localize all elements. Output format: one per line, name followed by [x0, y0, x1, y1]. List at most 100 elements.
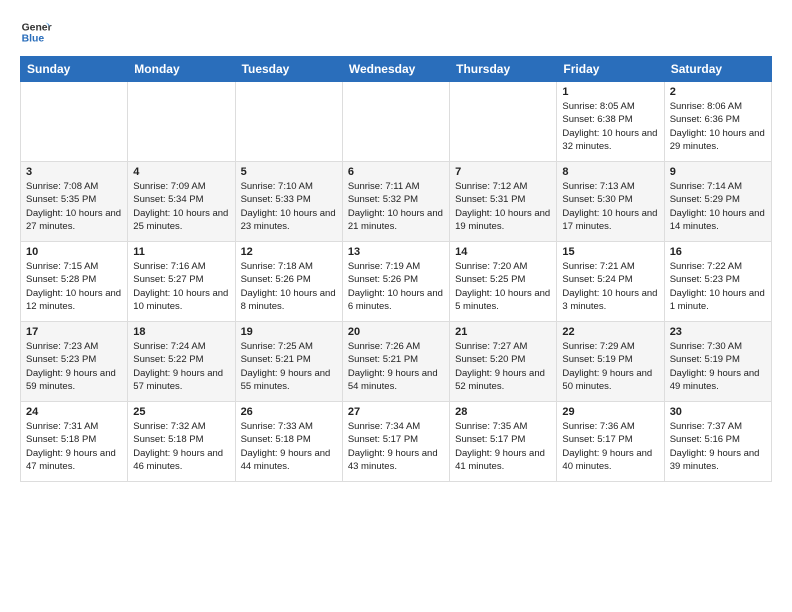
- day-number: 9: [670, 166, 766, 178]
- day-info: Sunrise: 7:18 AM Sunset: 5:26 PM Dayligh…: [241, 260, 337, 313]
- calendar-cell: 22 Sunrise: 7:29 AM Sunset: 5:19 PM Dayli…: [557, 322, 664, 402]
- calendar-cell: 16 Sunrise: 7:22 AM Sunset: 5:23 PM Dayli…: [664, 242, 771, 322]
- weekday-header-wednesday: Wednesday: [342, 57, 449, 82]
- day-number: 20: [348, 326, 444, 338]
- calendar-cell: [128, 82, 235, 162]
- day-info: Sunrise: 7:15 AM Sunset: 5:28 PM Dayligh…: [26, 260, 122, 313]
- calendar-cell: 25 Sunrise: 7:32 AM Sunset: 5:18 PM Dayli…: [128, 402, 235, 482]
- logo: General Blue: [20, 16, 56, 48]
- calendar-cell: 7 Sunrise: 7:12 AM Sunset: 5:31 PM Daylig…: [450, 162, 557, 242]
- calendar-cell: [235, 82, 342, 162]
- day-number: 18: [133, 326, 229, 338]
- calendar-cell: 8 Sunrise: 7:13 AM Sunset: 5:30 PM Daylig…: [557, 162, 664, 242]
- day-info: Sunrise: 7:22 AM Sunset: 5:23 PM Dayligh…: [670, 260, 766, 313]
- day-info: Sunrise: 8:06 AM Sunset: 6:36 PM Dayligh…: [670, 100, 766, 153]
- day-number: 12: [241, 246, 337, 258]
- calendar-cell: 17 Sunrise: 7:23 AM Sunset: 5:23 PM Dayli…: [21, 322, 128, 402]
- day-number: 25: [133, 406, 229, 418]
- day-number: 22: [562, 326, 658, 338]
- day-number: 19: [241, 326, 337, 338]
- day-number: 8: [562, 166, 658, 178]
- day-info: Sunrise: 7:36 AM Sunset: 5:17 PM Dayligh…: [562, 420, 658, 473]
- day-number: 29: [562, 406, 658, 418]
- day-number: 27: [348, 406, 444, 418]
- day-number: 16: [670, 246, 766, 258]
- calendar-cell: 11 Sunrise: 7:16 AM Sunset: 5:27 PM Dayli…: [128, 242, 235, 322]
- day-info: Sunrise: 7:35 AM Sunset: 5:17 PM Dayligh…: [455, 420, 551, 473]
- day-info: Sunrise: 7:29 AM Sunset: 5:19 PM Dayligh…: [562, 340, 658, 393]
- day-info: Sunrise: 7:30 AM Sunset: 5:19 PM Dayligh…: [670, 340, 766, 393]
- day-info: Sunrise: 7:14 AM Sunset: 5:29 PM Dayligh…: [670, 180, 766, 233]
- calendar-cell: 23Sunrise: 7:30 AM Sunset: 5:19 PM Dayli…: [664, 322, 771, 402]
- day-number: 1: [562, 86, 658, 98]
- week-row-2: 3Sunrise: 7:08 AM Sunset: 5:35 PM Daylig…: [21, 162, 772, 242]
- day-info: Sunrise: 7:13 AM Sunset: 5:30 PM Dayligh…: [562, 180, 658, 233]
- day-info: Sunrise: 7:25 AM Sunset: 5:21 PM Dayligh…: [241, 340, 337, 393]
- calendar-cell: 4Sunrise: 7:09 AM Sunset: 5:34 PM Daylig…: [128, 162, 235, 242]
- calendar-cell: 1 Sunrise: 8:05 AM Sunset: 6:38 PM Daylig…: [557, 82, 664, 162]
- week-row-4: 17 Sunrise: 7:23 AM Sunset: 5:23 PM Dayli…: [21, 322, 772, 402]
- day-number: 14: [455, 246, 551, 258]
- logo-icon: General Blue: [20, 16, 52, 48]
- calendar-cell: 30Sunrise: 7:37 AM Sunset: 5:16 PM Dayli…: [664, 402, 771, 482]
- day-number: 2: [670, 86, 766, 98]
- day-info: Sunrise: 7:19 AM Sunset: 5:26 PM Dayligh…: [348, 260, 444, 313]
- calendar-cell: 14 Sunrise: 7:20 AM Sunset: 5:25 PM Dayli…: [450, 242, 557, 322]
- calendar-cell: 28 Sunrise: 7:35 AM Sunset: 5:17 PM Dayli…: [450, 402, 557, 482]
- week-row-3: 10 Sunrise: 7:15 AM Sunset: 5:28 PM Dayli…: [21, 242, 772, 322]
- day-info: Sunrise: 7:16 AM Sunset: 5:27 PM Dayligh…: [133, 260, 229, 313]
- day-info: Sunrise: 7:08 AM Sunset: 5:35 PM Dayligh…: [26, 180, 122, 233]
- day-info: Sunrise: 7:21 AM Sunset: 5:24 PM Dayligh…: [562, 260, 658, 313]
- calendar-cell: 27Sunrise: 7:34 AM Sunset: 5:17 PM Dayli…: [342, 402, 449, 482]
- day-info: Sunrise: 7:33 AM Sunset: 5:18 PM Dayligh…: [241, 420, 337, 473]
- day-info: Sunrise: 7:11 AM Sunset: 5:32 PM Dayligh…: [348, 180, 444, 233]
- day-number: 28: [455, 406, 551, 418]
- calendar-cell: 12 Sunrise: 7:18 AM Sunset: 5:26 PM Dayli…: [235, 242, 342, 322]
- day-number: 24: [26, 406, 122, 418]
- day-number: 10: [26, 246, 122, 258]
- calendar-cell: 3Sunrise: 7:08 AM Sunset: 5:35 PM Daylig…: [21, 162, 128, 242]
- day-number: 13: [348, 246, 444, 258]
- weekday-header-saturday: Saturday: [664, 57, 771, 82]
- day-info: Sunrise: 7:23 AM Sunset: 5:23 PM Dayligh…: [26, 340, 122, 393]
- day-number: 17: [26, 326, 122, 338]
- day-info: Sunrise: 7:12 AM Sunset: 5:31 PM Dayligh…: [455, 180, 551, 233]
- calendar-cell: 24 Sunrise: 7:31 AM Sunset: 5:18 PM Dayli…: [21, 402, 128, 482]
- calendar-cell: [450, 82, 557, 162]
- calendar-cell: 2 Sunrise: 8:06 AM Sunset: 6:36 PM Daylig…: [664, 82, 771, 162]
- day-info: Sunrise: 7:20 AM Sunset: 5:25 PM Dayligh…: [455, 260, 551, 313]
- week-row-5: 24 Sunrise: 7:31 AM Sunset: 5:18 PM Dayli…: [21, 402, 772, 482]
- day-info: Sunrise: 7:24 AM Sunset: 5:22 PM Dayligh…: [133, 340, 229, 393]
- calendar-cell: [21, 82, 128, 162]
- calendar-cell: 9 Sunrise: 7:14 AM Sunset: 5:29 PM Daylig…: [664, 162, 771, 242]
- calendar-cell: 5 Sunrise: 7:10 AM Sunset: 5:33 PM Daylig…: [235, 162, 342, 242]
- calendar-cell: 18 Sunrise: 7:24 AM Sunset: 5:22 PM Dayli…: [128, 322, 235, 402]
- weekday-header-sunday: Sunday: [21, 57, 128, 82]
- weekday-header-row: SundayMondayTuesdayWednesdayThursdayFrid…: [21, 57, 772, 82]
- calendar-cell: 26 Sunrise: 7:33 AM Sunset: 5:18 PM Dayli…: [235, 402, 342, 482]
- calendar-cell: 10 Sunrise: 7:15 AM Sunset: 5:28 PM Dayli…: [21, 242, 128, 322]
- calendar-table: SundayMondayTuesdayWednesdayThursdayFrid…: [20, 56, 772, 482]
- day-info: Sunrise: 7:31 AM Sunset: 5:18 PM Dayligh…: [26, 420, 122, 473]
- day-number: 15: [562, 246, 658, 258]
- day-number: 7: [455, 166, 551, 178]
- calendar-cell: 19 Sunrise: 7:25 AM Sunset: 5:21 PM Dayli…: [235, 322, 342, 402]
- weekday-header-monday: Monday: [128, 57, 235, 82]
- day-info: Sunrise: 7:37 AM Sunset: 5:16 PM Dayligh…: [670, 420, 766, 473]
- calendar-cell: [342, 82, 449, 162]
- day-info: Sunrise: 7:27 AM Sunset: 5:20 PM Dayligh…: [455, 340, 551, 393]
- day-number: 6: [348, 166, 444, 178]
- day-number: 5: [241, 166, 337, 178]
- day-info: Sunrise: 7:26 AM Sunset: 5:21 PM Dayligh…: [348, 340, 444, 393]
- day-number: 26: [241, 406, 337, 418]
- day-number: 11: [133, 246, 229, 258]
- weekday-header-tuesday: Tuesday: [235, 57, 342, 82]
- day-info: Sunrise: 7:10 AM Sunset: 5:33 PM Dayligh…: [241, 180, 337, 233]
- day-info: Sunrise: 8:05 AM Sunset: 6:38 PM Dayligh…: [562, 100, 658, 153]
- calendar-cell: 13 Sunrise: 7:19 AM Sunset: 5:26 PM Dayli…: [342, 242, 449, 322]
- svg-text:Blue: Blue: [22, 34, 45, 45]
- header: General Blue: [20, 16, 772, 48]
- day-number: 21: [455, 326, 551, 338]
- day-info: Sunrise: 7:32 AM Sunset: 5:18 PM Dayligh…: [133, 420, 229, 473]
- week-row-1: 1 Sunrise: 8:05 AM Sunset: 6:38 PM Daylig…: [21, 82, 772, 162]
